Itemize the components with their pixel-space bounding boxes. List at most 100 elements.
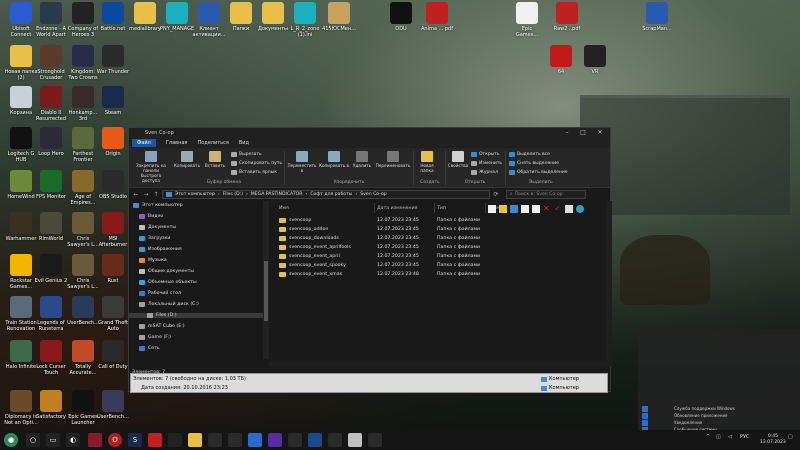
- back-arrow-icon[interactable]: ←: [132, 191, 140, 198]
- file-row[interactable]: svencoop_event_spooky 12.07.2023 23:45 Пап…: [279, 262, 579, 270]
- task-view-icon[interactable]: ▭: [46, 433, 60, 447]
- desktop-icon[interactable]: HomeWind: [4, 170, 38, 206]
- desktop-icon[interactable]: UserBench...: [66, 296, 100, 332]
- discord-icon[interactable]: [268, 433, 282, 447]
- desktop-icon[interactable]: ScrapMan...: [640, 2, 674, 38]
- desktop-icon[interactable]: Grand Theft Auto: [96, 296, 130, 332]
- desktop-icon[interactable]: ODU: [384, 2, 418, 38]
- rename-button[interactable]: Переименовать: [375, 151, 411, 168]
- cut-button[interactable]: Вырезать: [231, 152, 262, 157]
- delete-button[interactable]: Удалить: [351, 151, 373, 168]
- pin-button[interactable]: Закрепить на панели быстрого доступа: [133, 151, 169, 183]
- scrollbar-thumb[interactable]: [264, 261, 268, 321]
- file-row[interactable]: svencoop_downloads 12.07.2023 23:45 Папка …: [279, 235, 579, 243]
- copy-icon[interactable]: [521, 205, 529, 213]
- nav-item[interactable]: Общие документы: [139, 269, 194, 274]
- open-button[interactable]: Открыть: [471, 152, 500, 157]
- minimize-icon[interactable]: –: [559, 128, 575, 138]
- globe-icon[interactable]: [576, 205, 584, 213]
- desktop-icon[interactable]: Battle.net: [96, 2, 130, 38]
- desktop-icon[interactable]: Новая папка (2): [4, 45, 38, 81]
- game-icon[interactable]: [148, 433, 162, 447]
- desktop-icon[interactable]: L_R_2_zone (1).ini: [288, 2, 322, 38]
- file-list-scrollbar[interactable]: [606, 201, 612, 361]
- desktop-icon[interactable]: VR: [578, 45, 612, 81]
- invert-selection-button[interactable]: Обратить выделение: [509, 170, 568, 175]
- desktop-icon[interactable]: FPS Monitor: [34, 170, 68, 206]
- edit-button[interactable]: Изменить: [471, 161, 502, 166]
- forward-arrow-icon[interactable]: →: [142, 191, 150, 198]
- breadcrumb-files-d[interactable]: Files (D:): [223, 192, 243, 197]
- column-date[interactable]: Дата изменения: [377, 203, 417, 213]
- desktop-icon[interactable]: Origin: [96, 127, 130, 163]
- breadcrumb-this-pc[interactable]: Этот компьютер: [175, 192, 215, 197]
- desktop-icon[interactable]: Evil Genius 2: [34, 254, 68, 290]
- copy-button[interactable]: Копировать: [173, 151, 201, 168]
- app-icon[interactable]: [368, 433, 382, 447]
- refresh-icon[interactable]: ⟳: [492, 191, 500, 198]
- notifications-icon[interactable]: ▢: [788, 434, 793, 440]
- desktop-icon[interactable]: Satisfactory: [34, 390, 68, 426]
- scissors-icon[interactable]: [510, 205, 518, 213]
- select-all-button[interactable]: Выделить все: [509, 152, 550, 157]
- taskbar-clock[interactable]: 0:45 13.07.2023: [760, 434, 786, 446]
- nav-item[interactable]: Этот компьютер: [133, 203, 183, 208]
- up-arrow-icon[interactable]: ↑: [152, 191, 160, 198]
- desktop-icon[interactable]: Totally Accurate...: [66, 340, 100, 376]
- desktop-icon[interactable]: Legends of Runeterra: [34, 296, 68, 332]
- copy-path-button[interactable]: Скопировать путь: [231, 161, 282, 166]
- tab-share[interactable]: Поделиться: [197, 140, 228, 146]
- desktop-icon[interactable]: Warhammer: [4, 212, 38, 248]
- tab-file[interactable]: Файл: [132, 139, 156, 147]
- steam-icon[interactable]: S: [128, 433, 142, 447]
- desktop-icon[interactable]: medialibrary: [128, 2, 162, 38]
- app-icon[interactable]: [328, 433, 342, 447]
- list-icon[interactable]: [565, 205, 573, 213]
- app-icon[interactable]: [208, 433, 222, 447]
- column-divider[interactable]: [434, 203, 435, 213]
- network-icon[interactable]: ◫: [716, 434, 721, 440]
- desktop-icon[interactable]: Diablo II Resurrected: [34, 86, 68, 122]
- window-titlebar[interactable]: Sven Co-op – □ ✕: [129, 128, 610, 138]
- desktop-icon[interactable]: Endzone - A World Apart: [34, 2, 68, 38]
- volume-icon[interactable]: ◁: [728, 434, 732, 440]
- desktop-icon[interactable]: Diplomacy is Not an Opti...: [4, 390, 38, 426]
- new-folder-button[interactable]: Новая папка: [415, 151, 439, 173]
- folder-icon[interactable]: [499, 205, 507, 213]
- desktop-icon[interactable]: RimWorld: [34, 212, 68, 248]
- opera-icon[interactable]: O: [108, 433, 122, 447]
- desktop-icon[interactable]: Kingdom: Two Crowns: [66, 45, 100, 81]
- desktop-icon[interactable]: Документы: [256, 2, 290, 38]
- history-button[interactable]: Журнал: [471, 170, 498, 175]
- desktop-icon[interactable]: 64: [544, 45, 578, 81]
- app-icon[interactable]: [88, 433, 102, 447]
- breadcrumb-sven[interactable]: Sven Co-op: [360, 192, 386, 197]
- column-divider[interactable]: [374, 203, 375, 213]
- desktop-icon[interactable]: Rust: [96, 254, 130, 290]
- desktop-icon[interactable]: War Thunder: [96, 45, 130, 81]
- file-row[interactable]: svencoop_addon 12.07.2023 23:45 Папка с фа…: [279, 226, 579, 234]
- nav-item[interactable]: mSAT Cube (E:): [139, 324, 185, 329]
- file-row[interactable]: svencoop_event_aprilfools 12.07.2023 23:4…: [279, 244, 579, 252]
- desktop-icon[interactable]: Epic Games Launcher: [66, 390, 100, 426]
- app-icon[interactable]: [288, 433, 302, 447]
- nav-item[interactable]: Сеть: [139, 346, 160, 351]
- paste-icon[interactable]: [532, 205, 540, 213]
- desktop-icon[interactable]: Train Station Renovation: [4, 296, 38, 332]
- desktop-icon[interactable]: MSI Afterburner: [96, 212, 130, 248]
- steam-icon[interactable]: [228, 433, 242, 447]
- app-icon[interactable]: [348, 433, 362, 447]
- nav-item[interactable]: Объемные объекты: [139, 280, 197, 285]
- copy-to-button[interactable]: Копировать в: [319, 151, 349, 168]
- file-row[interactable]: svencoop_event_xmas 12.07.2023 23:48 Папка…: [279, 271, 579, 279]
- move-to-button[interactable]: Переместить в: [287, 151, 317, 173]
- desktop-icon[interactable]: Farthest Frontier: [66, 127, 100, 163]
- desktop-icon[interactable]: Chris Sawyer's L...: [66, 212, 100, 248]
- check-icon[interactable]: ✓: [554, 205, 562, 213]
- desktop-icon[interactable]: Call of Duty: [96, 340, 130, 376]
- cortana-icon[interactable]: ◐: [66, 433, 80, 447]
- language-indicator[interactable]: РУС: [740, 434, 750, 440]
- close-icon[interactable]: ✕: [592, 128, 608, 138]
- tab-home[interactable]: Главная: [166, 140, 188, 146]
- maximize-icon[interactable]: □: [575, 128, 591, 138]
